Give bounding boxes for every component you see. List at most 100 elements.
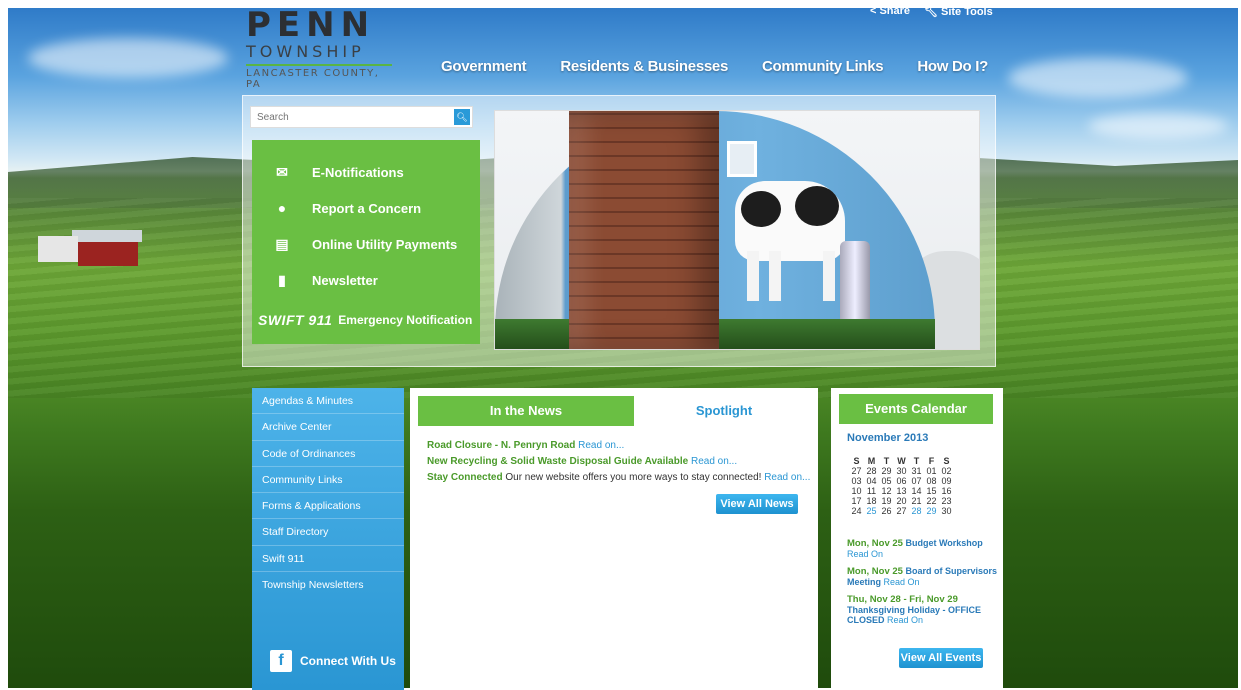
events-panel: Events Calendar November 2013 S M T W T … bbox=[831, 388, 1003, 690]
share-label: Share bbox=[879, 5, 911, 17]
cloud bbox=[1008, 58, 1188, 98]
hero-cow-leg bbox=[769, 251, 781, 301]
view-all-events-button[interactable]: View All Events bbox=[899, 648, 983, 668]
news-read-on-link[interactable]: Read on... bbox=[764, 472, 810, 483]
hero-cow-leg bbox=[823, 251, 835, 301]
news-panel: In the News Spotlight Road Closure - N. … bbox=[410, 388, 818, 690]
hero-barn-window bbox=[727, 141, 757, 177]
event-title[interactable]: Budget Workshop bbox=[905, 538, 982, 548]
event-item: Mon, Nov 25 Board of Supervisors Meeting… bbox=[847, 566, 997, 587]
news-text: Our new website offers you more ways to … bbox=[505, 472, 762, 483]
sidebar-nav: Agendas & Minutes Archive Center Code of… bbox=[252, 388, 404, 690]
event-read-on-link[interactable]: Read On bbox=[887, 615, 923, 625]
events-calendar-title: Events Calendar bbox=[839, 394, 993, 424]
quick-link-utility-payments[interactable]: ▤ Online Utility Payments bbox=[252, 236, 457, 253]
calendar-day-event[interactable]: 29 bbox=[924, 506, 939, 516]
barn-scenery bbox=[78, 240, 138, 266]
calendar-day: 01 bbox=[926, 466, 937, 476]
sidebar-item-code-ordinances[interactable]: Code of Ordinances bbox=[252, 441, 404, 467]
news-title[interactable]: Road Closure - N. Penryn Road bbox=[427, 440, 575, 451]
sidebar-item-township-newsletters[interactable]: Township Newsletters bbox=[252, 572, 404, 598]
calendar-day: 28 bbox=[866, 466, 877, 476]
sidebar-item-forms-applications[interactable]: Forms & Applications bbox=[252, 493, 404, 520]
site-tools-link[interactable]: 🔧︎ Site Tools bbox=[924, 5, 993, 18]
search-icon: 🔍︎ bbox=[456, 112, 468, 122]
sidebar-item-swift-911[interactable]: Swift 911 bbox=[252, 546, 404, 573]
calendar-day: 20 bbox=[896, 496, 907, 506]
share-link[interactable]: < Share bbox=[870, 5, 910, 18]
tab-spotlight[interactable]: Spotlight bbox=[646, 396, 802, 426]
utility-links: < Share 🔧︎ Site Tools bbox=[870, 5, 993, 18]
calendar-day-header: T bbox=[913, 456, 920, 466]
credit-card-icon: ▤ bbox=[275, 236, 289, 252]
event-read-on-link[interactable]: Read On bbox=[884, 577, 920, 587]
sidebar-item-community-links[interactable]: Community Links bbox=[252, 467, 404, 494]
connect-with-us-link[interactable]: f Connect With Us bbox=[270, 650, 396, 672]
hero-milk-can bbox=[840, 241, 870, 331]
calendar-day-header: S bbox=[853, 456, 860, 466]
calendar-day: 30 bbox=[941, 506, 952, 516]
speech-bubble-icon: ● bbox=[277, 200, 287, 216]
news-title[interactable]: New Recycling & Solid Waste Disposal Gui… bbox=[427, 456, 688, 467]
share-icon: < bbox=[870, 5, 877, 17]
news-item: Stay Connected Our new website offers yo… bbox=[427, 470, 810, 486]
logo-divider bbox=[246, 64, 392, 66]
sidebar-item-staff-directory[interactable]: Staff Directory bbox=[252, 519, 404, 546]
document-icon: ▮ bbox=[278, 272, 286, 288]
hero-cow-spot bbox=[795, 186, 839, 226]
hero-cow-spot bbox=[741, 191, 781, 227]
event-read-on-link[interactable]: Read On bbox=[847, 549, 883, 559]
hero-image-barn-mural bbox=[494, 110, 980, 350]
calendar-day-header: T bbox=[883, 456, 890, 466]
calendar-day: 02 bbox=[941, 466, 952, 476]
quick-link-label: E-Notifications bbox=[312, 165, 404, 180]
calendar-day: 27 bbox=[896, 506, 907, 516]
calendar-day: 12 bbox=[881, 486, 892, 496]
cloud bbox=[28, 38, 228, 78]
hero-silo bbox=[569, 111, 719, 349]
site-tools-label: Site Tools bbox=[940, 6, 993, 18]
house-scenery bbox=[38, 236, 78, 262]
calendar-day: 21 bbox=[911, 496, 922, 506]
cloud bbox=[1088, 113, 1228, 139]
tab-in-the-news[interactable]: In the News bbox=[418, 396, 634, 426]
event-item: Mon, Nov 25 Budget Workshop Read On bbox=[847, 538, 997, 559]
quick-link-label: Online Utility Payments bbox=[312, 237, 458, 252]
calendar-day-event[interactable]: 25 bbox=[864, 506, 879, 516]
search-box: 🔍︎ bbox=[250, 106, 473, 128]
quick-link-newsletter[interactable]: ▮ Newsletter bbox=[252, 272, 378, 289]
calendar-day: 13 bbox=[896, 486, 907, 496]
quick-link-enotifications[interactable]: ✉ E-Notifications bbox=[252, 164, 404, 181]
nav-residents-businesses[interactable]: Residents & Businesses bbox=[560, 58, 728, 75]
news-read-on-link[interactable]: Read on... bbox=[691, 456, 737, 467]
calendar-day: 07 bbox=[911, 476, 922, 486]
nav-community-links[interactable]: Community Links bbox=[762, 58, 884, 75]
calendar-day: 26 bbox=[881, 506, 892, 516]
events-list: Mon, Nov 25 Budget Workshop Read On Mon,… bbox=[847, 538, 997, 632]
quick-link-label: Report a Concern bbox=[312, 200, 422, 216]
logo-penn: PENN bbox=[246, 5, 376, 45]
site-logo[interactable]: PENN TOWNSHIP LANCASTER COUNTY, PA bbox=[246, 5, 396, 90]
event-date: Mon, Nov 25 bbox=[847, 566, 903, 577]
calendar-day-header: F bbox=[928, 456, 935, 466]
nav-government[interactable]: Government bbox=[441, 58, 527, 75]
calendar-day: 23 bbox=[941, 496, 952, 506]
calendar-day: 03 bbox=[851, 476, 862, 486]
main-nav: Government Residents & Businesses Commun… bbox=[441, 58, 988, 75]
quick-link-report-concern[interactable]: ● Report a Concern bbox=[252, 200, 421, 216]
view-all-news-button[interactable]: View All News bbox=[716, 494, 798, 514]
facebook-icon: f bbox=[270, 650, 292, 672]
quick-links-panel: ✉ E-Notifications ● Report a Concern ▤ O… bbox=[252, 140, 480, 344]
calendar-day-event[interactable]: 28 bbox=[909, 506, 924, 516]
search-input[interactable] bbox=[251, 108, 447, 127]
swift911-link[interactable]: SWIFT 911 Emergency Notification bbox=[258, 312, 472, 328]
calendar-day: 27 bbox=[851, 466, 862, 476]
nav-how-do-i[interactable]: How Do I? bbox=[917, 58, 988, 75]
search-button[interactable]: 🔍︎ bbox=[454, 109, 470, 125]
calendar-day: 11 bbox=[866, 486, 877, 496]
sidebar-item-agendas-minutes[interactable]: Agendas & Minutes bbox=[252, 388, 404, 415]
news-title[interactable]: Stay Connected bbox=[427, 472, 503, 483]
calendar-day: 09 bbox=[941, 476, 952, 486]
sidebar-item-archive-center[interactable]: Archive Center bbox=[252, 414, 404, 441]
news-read-on-link[interactable]: Read on... bbox=[578, 440, 624, 451]
